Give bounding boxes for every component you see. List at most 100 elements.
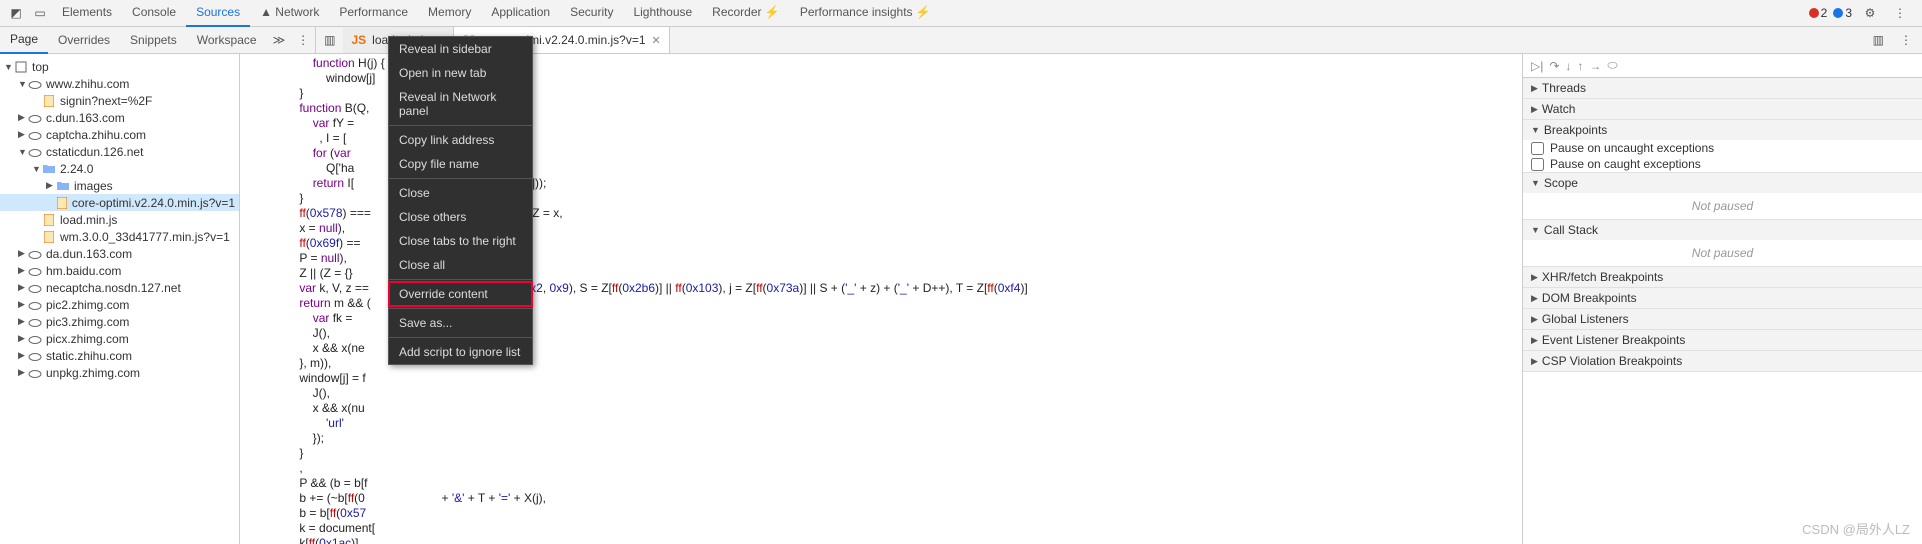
menu-item[interactable]: Close all <box>389 253 532 277</box>
cloud-icon <box>28 266 42 276</box>
cloud-icon <box>28 368 42 378</box>
tree-arrow-icon: ▶ <box>46 180 56 191</box>
file-icon <box>42 95 56 107</box>
menu-item[interactable]: Save as... <box>389 311 532 335</box>
tab-performance[interactable]: Performance <box>329 0 418 27</box>
tab-console[interactable]: Console <box>122 0 186 27</box>
menu-item[interactable]: Add script to ignore list <box>389 340 532 364</box>
tree-item[interactable]: ▶picx.zhimg.com <box>0 330 239 347</box>
close-icon[interactable]: ✕ <box>652 34 661 47</box>
tree-arrow-icon: ▶ <box>18 367 28 378</box>
file-icon <box>55 197 68 209</box>
kebab-icon[interactable]: ⋮ <box>1894 33 1918 47</box>
subtab-page[interactable]: Page <box>0 26 48 54</box>
cloud-icon <box>28 300 42 310</box>
tree-arrow-icon: ▶ <box>18 112 28 123</box>
menu-item[interactable]: Override content <box>389 282 532 306</box>
cloud-icon <box>28 334 42 344</box>
pause-caught[interactable]: Pause on caught exceptions <box>1523 156 1922 172</box>
tree-arrow-icon: ▼ <box>18 79 28 89</box>
tree-item[interactable]: ▶c.dun.163.com <box>0 109 239 126</box>
cloud-icon <box>28 317 42 327</box>
more-icon[interactable]: ⋮ <box>1888 6 1912 20</box>
tab-elements[interactable]: Elements <box>52 0 122 27</box>
step-icon[interactable]: → <box>1589 59 1601 73</box>
more-tabs[interactable]: ≫ <box>267 33 292 47</box>
tree-item[interactable]: ▶da.dun.163.com <box>0 245 239 262</box>
menu-item[interactable]: Close tabs to the right <box>389 229 532 253</box>
tree-label: picx.zhimg.com <box>46 332 129 346</box>
callstack-section[interactable]: ▼Call Stack <box>1523 220 1922 240</box>
breakpoints-section[interactable]: ▼Breakpoints <box>1523 120 1922 140</box>
tab-network[interactable]: ▲ Network <box>250 0 329 27</box>
gl-section[interactable]: ▶Global Listeners <box>1523 309 1922 329</box>
error-badge[interactable]: 2 <box>1809 6 1828 20</box>
tree-item[interactable]: ▼ www.zhihu.com <box>0 75 239 92</box>
tab-lighthouse[interactable]: Lighthouse <box>623 0 702 27</box>
step-into-icon[interactable]: ↓ <box>1565 59 1571 73</box>
file-tree[interactable]: ▼top ▼ www.zhihu.comsignin?next=%2F▶c.dun.… <box>0 54 240 544</box>
tab-recorder[interactable]: Recorder ⚡ <box>702 0 790 27</box>
subtab-overrides[interactable]: Overrides <box>48 27 120 53</box>
menu-separator <box>389 279 532 280</box>
tree-item[interactable]: wm.3.0.0_33d41777.min.js?v=1 <box>0 228 239 245</box>
subtab-snippets[interactable]: Snippets <box>120 27 187 53</box>
tree-item[interactable]: ▶necaptcha.nosdn.127.net <box>0 279 239 296</box>
tab-security[interactable]: Security <box>560 0 623 27</box>
device-icon[interactable]: ▭ <box>28 6 52 20</box>
tree-item[interactable]: ▶unpkg.zhimg.com <box>0 364 239 381</box>
tree-item[interactable]: ▼cstaticdun.126.net <box>0 143 239 160</box>
subtab-workspace[interactable]: Workspace <box>187 27 267 53</box>
callstack-not-paused: Not paused <box>1523 240 1922 266</box>
tree-label: core-optimi.v2.24.0.min.js?v=1 <box>72 196 235 210</box>
tree-item[interactable]: ▶pic2.zhimg.com <box>0 296 239 313</box>
settings-icon[interactable]: ⚙ <box>1858 6 1882 20</box>
tree-arrow-icon: ▶ <box>18 350 28 361</box>
menu-item[interactable]: Open in new tab <box>389 61 532 85</box>
inspect-icon[interactable]: ◩ <box>4 6 28 20</box>
step-over-icon[interactable]: ↷ <box>1549 59 1559 73</box>
el-section[interactable]: ▶Event Listener Breakpoints <box>1523 330 1922 350</box>
tree-label: necaptcha.nosdn.127.net <box>46 281 181 295</box>
tree-label: www.zhihu.com <box>46 77 129 91</box>
tree-item[interactable]: core-optimi.v2.24.0.min.js?v=1 <box>0 194 239 211</box>
scope-section[interactable]: ▼Scope <box>1523 173 1922 193</box>
tree-item[interactable]: ▶hm.baidu.com <box>0 262 239 279</box>
menu-item[interactable]: Reveal in Network panel <box>389 85 532 123</box>
tab-sources[interactable]: Sources <box>186 0 250 27</box>
dom-section[interactable]: ▶DOM Breakpoints <box>1523 288 1922 308</box>
menu-item[interactable]: Copy link address <box>389 128 532 152</box>
menu-item[interactable]: Copy file name <box>389 152 532 176</box>
tree-label: 2.24.0 <box>60 162 93 176</box>
coverage-icon[interactable]: ▥ <box>1867 33 1890 47</box>
tree-arrow-icon: ▶ <box>18 299 28 310</box>
pause-uncaught[interactable]: Pause on uncaught exceptions <box>1523 140 1922 156</box>
menu-item[interactable]: Close others <box>389 205 532 229</box>
cloud-icon <box>28 79 42 89</box>
csp-section[interactable]: ▶CSP Violation Breakpoints <box>1523 351 1922 371</box>
tree-item[interactable]: signin?next=%2F <box>0 92 239 109</box>
step-out-icon[interactable]: ↑ <box>1577 59 1583 73</box>
tree-item[interactable]: ▼top <box>0 58 239 75</box>
tree-item[interactable]: load.min.js <box>0 211 239 228</box>
tree-item[interactable]: ▶images <box>0 177 239 194</box>
deactivate-icon[interactable]: ⬭ <box>1607 58 1617 73</box>
file-icon <box>42 231 56 243</box>
tab-performanceinsights[interactable]: Performance insights ⚡ <box>790 0 941 27</box>
info-badge[interactable]: 3 <box>1833 6 1852 20</box>
menu-item[interactable]: Close <box>389 181 532 205</box>
xhr-section[interactable]: ▶XHR/fetch Breakpoints <box>1523 267 1922 287</box>
tree-item[interactable]: ▼2.24.0 <box>0 160 239 177</box>
tree-item[interactable]: ▶captcha.zhihu.com <box>0 126 239 143</box>
tree-item[interactable]: ▶static.zhihu.com <box>0 347 239 364</box>
tree-item[interactable]: ▶pic3.zhimg.com <box>0 313 239 330</box>
tab-application[interactable]: Application <box>481 0 560 27</box>
menu-item[interactable]: Reveal in sidebar <box>389 37 532 61</box>
tab-memory[interactable]: Memory <box>418 0 481 27</box>
threads-section[interactable]: ▶Threads <box>1523 78 1922 98</box>
resume-icon[interactable]: ▷| <box>1531 59 1543 73</box>
menu-separator <box>389 337 532 338</box>
sidebar-toggle-icon[interactable]: ▥ <box>316 33 343 47</box>
watch-section[interactable]: ▶Watch <box>1523 99 1922 119</box>
kebab-icon[interactable]: ⋮ <box>291 33 315 47</box>
